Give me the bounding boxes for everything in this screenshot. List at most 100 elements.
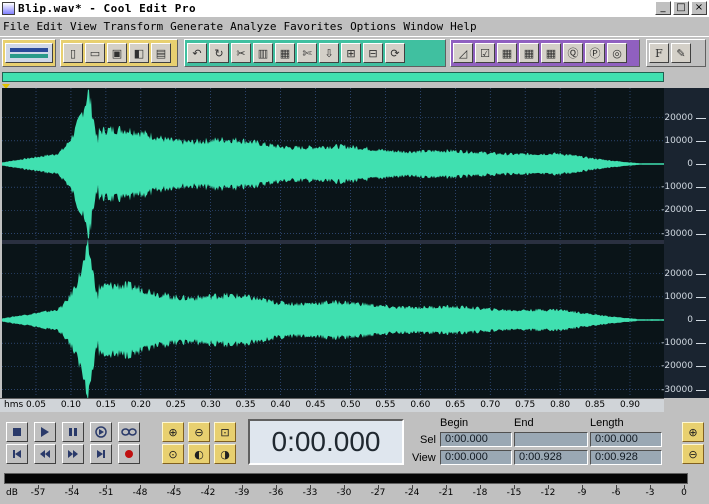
menu-file[interactable]: File [0, 20, 34, 33]
view-length-field[interactable]: 0:00.928 [590, 450, 662, 465]
channel-separator [2, 240, 664, 244]
save-all-icon[interactable]: ◧ [129, 43, 149, 63]
time-label: 0.05 [25, 400, 47, 410]
zoom-in-horizontal-icon[interactable]: ⊕ [162, 422, 184, 442]
meter-label: -24 [404, 488, 420, 498]
grid-icon-2[interactable]: ▦ [519, 43, 539, 63]
menu-analyze[interactable]: Analyze [227, 20, 280, 33]
zoom-right-icon[interactable]: ◑ [214, 444, 236, 464]
close-file-icon[interactable]: ▤ [151, 43, 171, 63]
multitrack-toggle-icon[interactable] [5, 43, 53, 63]
properties-icon[interactable]: Ⓟ [585, 43, 605, 63]
copy-icon[interactable]: ▥ [253, 43, 273, 63]
time-label: 0.55 [375, 400, 396, 410]
amp-label-ch1: -10000 [661, 182, 693, 193]
fast-forward-icon[interactable] [62, 444, 84, 464]
amp-tick [696, 164, 706, 165]
meter-tick [514, 485, 515, 489]
open-file-icon[interactable]: ▭ [85, 43, 105, 63]
time-ruler[interactable]: hms 0.05 0.10 0.15 0.20 0.25 0.30 0.35 0.40 0.45… [0, 398, 664, 412]
menu-view[interactable]: View [67, 20, 101, 33]
loop-icon[interactable] [118, 422, 140, 442]
play-looped-icon[interactable] [90, 422, 112, 442]
grid-icon-3[interactable]: ▦ [541, 43, 561, 63]
grid-icon-1[interactable]: ▦ [497, 43, 517, 63]
zoom-in-vertical-icon[interactable]: ⊕ [682, 422, 704, 442]
menu-generate[interactable]: Generate [167, 20, 227, 33]
maximize-button[interactable]: □ [673, 1, 689, 15]
meter-label: -51 [98, 488, 114, 498]
app-icon[interactable] [2, 2, 15, 15]
time-label: 0.45 [305, 400, 326, 410]
script-icon[interactable]: ✎ [671, 43, 691, 63]
minimize-button[interactable]: _ [655, 1, 671, 15]
amplitude-ruler: 20000 10000 0 -10000 -20000 -30000 20000 10000 0… [661, 88, 709, 398]
time-label: 0.80 [550, 400, 571, 410]
scissors-icon[interactable]: ✄ [297, 43, 317, 63]
meter-tick [480, 485, 481, 489]
repeat-icon[interactable]: ↻ [209, 43, 229, 63]
waveform-display[interactable] [2, 88, 664, 398]
time-label: 0.85 [585, 400, 606, 410]
cut-icon-1[interactable]: ✂ [231, 43, 251, 63]
undo-icon[interactable]: ↶ [187, 43, 207, 63]
font-icon[interactable]: F [649, 43, 669, 63]
length-header: Length [590, 417, 624, 429]
meter-label: -21 [438, 488, 454, 498]
menu-favorites[interactable]: Favorites [280, 20, 347, 33]
toolbar-group-edit: ↶ ↻ ✂ ▥ ▦ ✄ ⇩ ⊞ ⊟ ⟳ [184, 39, 446, 67]
meter-tick [548, 485, 549, 489]
goto-end-icon[interactable] [90, 444, 112, 464]
mix-paste-icon[interactable]: ⇩ [319, 43, 339, 63]
meter-label: -30 [336, 488, 352, 498]
sel-end-field[interactable] [514, 432, 588, 447]
zoom-selection-icon[interactable]: ⊙ [162, 444, 184, 464]
goto-start-icon[interactable] [6, 444, 28, 464]
amp-label-ch2: -30000 [661, 384, 693, 395]
amp-tick [696, 140, 706, 142]
new-file-icon[interactable]: ▯ [63, 43, 83, 63]
sel-begin-field[interactable]: 0:00.000 [440, 432, 512, 447]
menu-edit[interactable]: Edit [34, 20, 68, 33]
snap-icon[interactable]: ⊟ [363, 43, 383, 63]
envelope-icon[interactable]: ◿ [453, 43, 473, 63]
paste-icon[interactable]: ▦ [275, 43, 295, 63]
meter-tick [378, 485, 379, 489]
view-begin-field[interactable]: 0:00.000 [440, 450, 512, 465]
close-button[interactable]: × [691, 1, 707, 15]
menu-help[interactable]: Help [447, 20, 481, 33]
amp-tick [696, 366, 706, 368]
rewind-icon[interactable] [34, 444, 56, 464]
zoom-full-icon[interactable]: ⊡ [214, 422, 236, 442]
meter-label: -6 [611, 488, 621, 498]
meter-tick [208, 485, 209, 489]
time-label: 0.50 [340, 400, 361, 410]
title-bar[interactable]: Blip.wav* - Cool Edit Pro _ □ × [0, 0, 709, 17]
menu-transform[interactable]: Transform [101, 20, 168, 33]
menu-window[interactable]: Window [400, 20, 447, 33]
view-end-field[interactable]: 0:00.928 [514, 450, 588, 465]
meter-tick [650, 485, 651, 489]
meter-tick [412, 485, 413, 489]
pause-icon[interactable] [62, 422, 84, 442]
menu-options[interactable]: Options [347, 20, 400, 33]
loop-icon[interactable]: ⟳ [385, 43, 405, 63]
meter-tick [310, 485, 311, 489]
zoom-out-vertical-icon[interactable]: ⊖ [682, 444, 704, 464]
record-icon[interactable] [118, 444, 140, 464]
save-icon[interactable]: ▣ [107, 43, 127, 63]
check-icon[interactable]: ☑ [475, 43, 495, 63]
overview-bar[interactable] [2, 72, 664, 82]
trim-icon[interactable]: ⊞ [341, 43, 361, 63]
cd-icon[interactable]: ◎ [607, 43, 627, 63]
zoom-out-horizontal-icon[interactable]: ⊖ [188, 422, 210, 442]
sel-length-field[interactable]: 0:00.000 [590, 432, 662, 447]
zoom-left-icon[interactable]: ◐ [188, 444, 210, 464]
meter-tick [582, 485, 583, 489]
time-label: 0.25 [165, 400, 186, 410]
meter-tick [276, 485, 277, 489]
stop-icon[interactable] [6, 422, 28, 442]
amp-label-ch1: 10000 [664, 135, 693, 146]
play-icon[interactable] [34, 422, 56, 442]
zoom-view-icon[interactable]: Ⓠ [563, 43, 583, 63]
